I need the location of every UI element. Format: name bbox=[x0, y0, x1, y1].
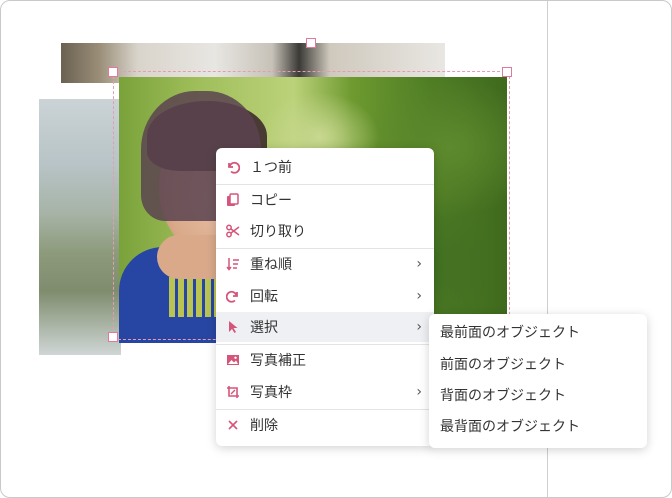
resize-handle-bottom-left[interactable] bbox=[108, 332, 118, 342]
sort-order-icon bbox=[226, 257, 240, 271]
resize-handle-top-right[interactable] bbox=[502, 67, 512, 77]
menu-item-cut[interactable]: 切り取り bbox=[216, 216, 434, 246]
close-icon bbox=[226, 418, 240, 432]
chevron-right-icon: › bbox=[416, 288, 422, 304]
menu-item-photo-adjust[interactable]: 写真補正 bbox=[216, 345, 434, 375]
rotate-handle[interactable] bbox=[306, 38, 316, 48]
menu-item-label: 切り取り bbox=[250, 224, 306, 240]
menu-item-label: 選択 bbox=[250, 320, 278, 336]
menu-item-select[interactable]: 選択 › bbox=[216, 312, 434, 342]
crop-frame-icon bbox=[226, 385, 240, 399]
menu-item-label: 重ね順 bbox=[250, 257, 292, 273]
menu-item-label: １つ前 bbox=[250, 160, 292, 176]
menu-item-label: 写真補正 bbox=[250, 353, 306, 369]
menu-item-delete[interactable]: 削除 bbox=[216, 410, 434, 440]
chevron-right-icon: › bbox=[416, 319, 422, 335]
menu-item-photo-frame[interactable]: 写真枠 › bbox=[216, 377, 434, 407]
canvas-frame: １つ前 コピー 切り取り 重ね順 › 回転 › 選択 › 写真補正 写真枠 › … bbox=[0, 0, 672, 498]
menu-item-order[interactable]: 重ね順 › bbox=[216, 249, 434, 279]
menu-item-label: コピー bbox=[250, 193, 292, 209]
scissors-icon bbox=[226, 224, 240, 238]
menu-item-copy[interactable]: コピー bbox=[216, 185, 434, 215]
background-photo-left[interactable] bbox=[39, 99, 121, 355]
submenu-item-backmost[interactable]: 最背面のオブジェクト bbox=[429, 410, 647, 442]
menu-item-rotate[interactable]: 回転 › bbox=[216, 281, 434, 311]
context-menu: １つ前 コピー 切り取り 重ね順 › 回転 › 選択 › 写真補正 写真枠 › … bbox=[216, 148, 434, 446]
chevron-right-icon: › bbox=[416, 256, 422, 272]
copy-icon bbox=[226, 193, 240, 207]
menu-item-label: 削除 bbox=[250, 418, 278, 434]
submenu-item-label: 最背面のオブジェクト bbox=[440, 419, 580, 435]
menu-item-label: 写真枠 bbox=[250, 385, 292, 401]
submenu-item-front[interactable]: 前面のオブジェクト bbox=[429, 348, 647, 380]
submenu-item-label: 最前面のオブジェクト bbox=[440, 325, 580, 341]
chevron-right-icon: › bbox=[416, 384, 422, 400]
undo-icon bbox=[226, 160, 240, 174]
submenu-item-frontmost[interactable]: 最前面のオブジェクト bbox=[429, 316, 647, 348]
image-adjust-icon bbox=[226, 353, 240, 367]
submenu-item-label: 前面のオブジェクト bbox=[440, 357, 566, 373]
select-submenu: 最前面のオブジェクト 前面のオブジェクト 背面のオブジェクト 最背面のオブジェク… bbox=[429, 314, 647, 448]
cursor-icon bbox=[226, 320, 240, 334]
menu-item-undo[interactable]: １つ前 bbox=[216, 152, 434, 182]
menu-item-label: 回転 bbox=[250, 289, 278, 305]
resize-handle-top-left[interactable] bbox=[108, 67, 118, 77]
submenu-item-label: 背面のオブジェクト bbox=[440, 388, 566, 404]
submenu-item-back[interactable]: 背面のオブジェクト bbox=[429, 379, 647, 411]
rotate-icon bbox=[226, 289, 240, 303]
